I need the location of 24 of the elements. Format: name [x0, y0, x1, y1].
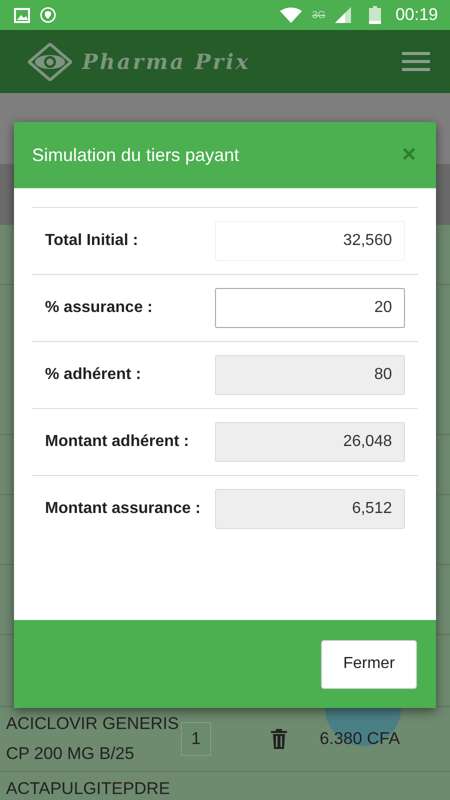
menu-icon[interactable] — [402, 52, 430, 72]
shield-icon — [40, 7, 56, 23]
field-label: Montant adhérent : — [45, 432, 190, 452]
wifi-icon — [280, 7, 302, 23]
product-price: 6.380 CFA — [320, 729, 400, 749]
clock: 00:19 — [395, 5, 438, 25]
battery-icon — [369, 6, 382, 24]
field-label: Montant assurance : — [45, 499, 202, 519]
number-field[interactable]: 20 — [215, 288, 405, 328]
eye-logo-icon — [28, 42, 72, 80]
field-label: % assurance : — [45, 298, 154, 318]
product-name: ACICLOVIR GENERIS CP 200 MG B/25 — [6, 713, 176, 765]
field-label: % adhérent : — [45, 365, 142, 385]
number-field[interactable]: 32,560 — [215, 221, 405, 261]
app-logo-text: Pharma Prix — [82, 49, 250, 74]
product-name: ACTAPULGITEPDRE — [6, 778, 172, 800]
field-label: Total Initial : — [45, 231, 140, 251]
signal-icon — [335, 7, 352, 23]
trash-icon[interactable] — [271, 729, 287, 749]
image-icon — [14, 8, 30, 22]
quantity-field[interactable]: 1 — [181, 722, 211, 756]
close-dialog-button[interactable]: Fermer — [321, 640, 417, 688]
network-label: 3G — [312, 10, 326, 20]
dialog-title: Simulation du tiers payant — [32, 144, 240, 166]
